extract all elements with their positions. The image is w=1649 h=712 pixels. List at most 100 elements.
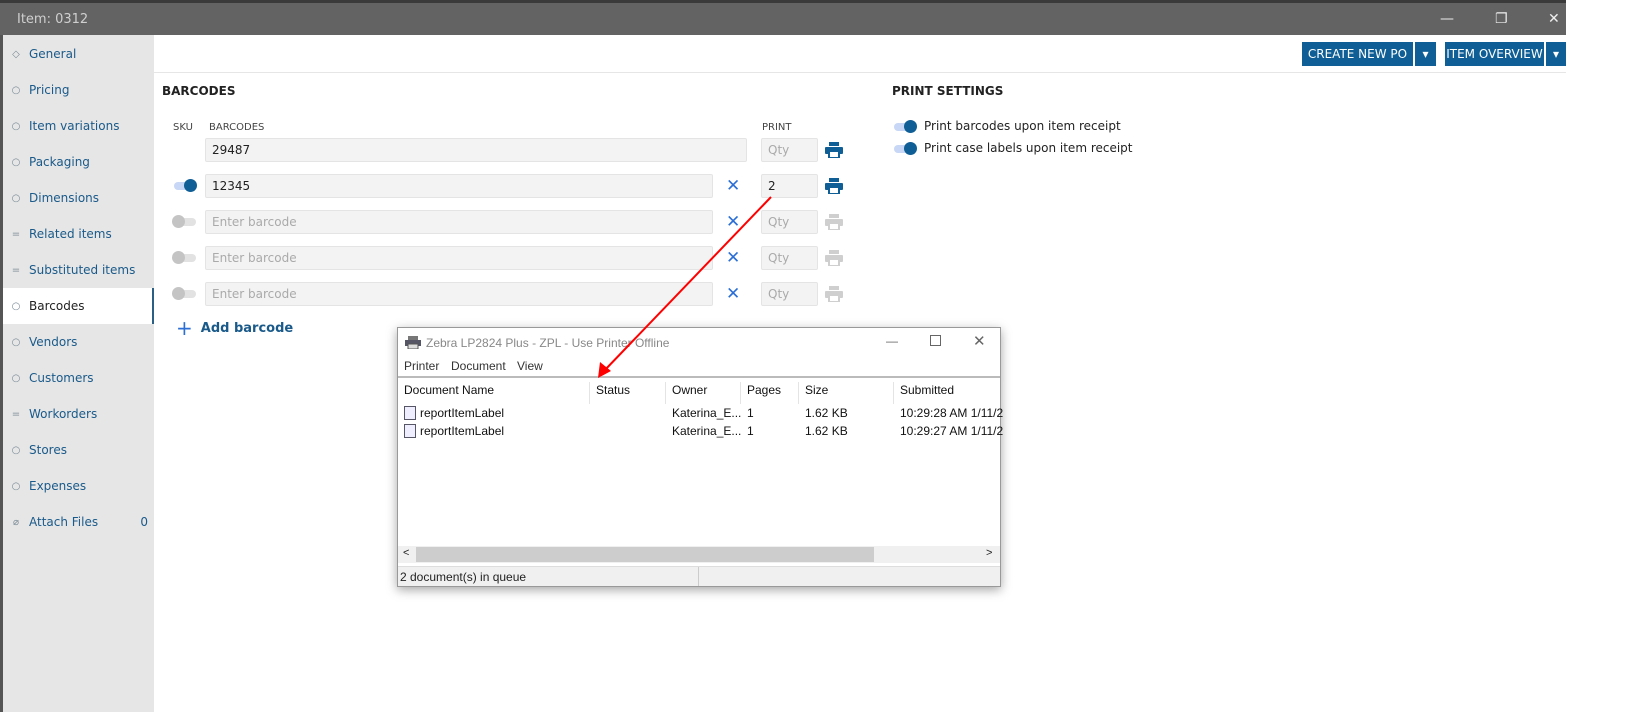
remove-barcode-icon[interactable]: ✕ bbox=[726, 248, 740, 268]
sidebar-item-attach-files[interactable]: ⌀ Attach Files 0 bbox=[3, 504, 154, 540]
toggle-knob bbox=[904, 142, 917, 155]
print-setting-toggle[interactable] bbox=[894, 120, 917, 133]
document-icon bbox=[404, 406, 416, 420]
menu-document[interactable]: Document bbox=[451, 359, 506, 373]
add-barcode-label: Add barcode bbox=[200, 320, 294, 336]
sidebar: ◇ General ○ Pricing ○ Item variations ○ Packagi… bbox=[0, 35, 154, 712]
scrollbar-thumb[interactable] bbox=[416, 547, 874, 562]
sku-toggle[interactable] bbox=[172, 215, 196, 228]
item-overview-dropdown-button[interactable]: ▾ bbox=[1546, 42, 1566, 66]
sidebar-item-label: Customers bbox=[29, 371, 94, 385]
toggle-knob bbox=[172, 287, 185, 300]
print-settings-heading: PRINT SETTINGS bbox=[892, 84, 1004, 98]
sidebar-item-general[interactable]: ◇ General bbox=[3, 36, 154, 72]
sidebar-item-customers[interactable]: ○ Customers bbox=[3, 360, 154, 396]
create-po-dropdown-button[interactable]: ▾ bbox=[1415, 42, 1436, 66]
cell: Katerina_E... bbox=[672, 424, 742, 438]
print-icon[interactable] bbox=[825, 286, 843, 302]
circle-icon: ○ bbox=[11, 480, 21, 492]
sku-toggle[interactable] bbox=[174, 179, 197, 192]
print-icon[interactable] bbox=[825, 178, 843, 194]
toggle-knob bbox=[184, 179, 197, 192]
minimize-button[interactable]: — bbox=[1440, 11, 1454, 27]
dialog-minimize-button[interactable]: — bbox=[886, 334, 898, 348]
qty-input[interactable]: Qty bbox=[761, 210, 818, 234]
sidebar-item-dimensions[interactable]: ○ Dimensions bbox=[3, 180, 154, 216]
printer-icon bbox=[405, 336, 421, 349]
sidebar-item-label: Attach Files bbox=[29, 515, 99, 529]
sku-toggle[interactable] bbox=[172, 287, 196, 300]
barcode-input[interactable]: Enter barcode bbox=[205, 282, 713, 306]
barcode-input[interactable]: Enter barcode bbox=[205, 210, 713, 234]
sidebar-item-vendors[interactable]: ○ Vendors bbox=[3, 324, 154, 360]
circle-icon: ○ bbox=[11, 372, 21, 384]
column-header-submitted[interactable]: Submitted bbox=[894, 382, 1004, 404]
qty-input[interactable]: Qty bbox=[761, 246, 818, 270]
barcode-input[interactable]: 12345 bbox=[205, 174, 713, 198]
dialog-maximize-button[interactable] bbox=[930, 335, 941, 346]
print-setting-label: Print barcodes upon item receipt bbox=[924, 119, 1121, 133]
remove-barcode-icon[interactable]: ✕ bbox=[726, 176, 740, 196]
item-overview-button[interactable]: ITEM OVERVIEW bbox=[1445, 42, 1544, 66]
column-header-owner[interactable]: Owner bbox=[666, 382, 741, 404]
add-barcode-button[interactable]: + Add barcode bbox=[176, 316, 293, 340]
print-job-row[interactable]: reportItemLabel Katerina_E... 1 1.62 KB 10:2… bbox=[398, 423, 1003, 441]
sidebar-item-label: Packaging bbox=[29, 155, 90, 169]
dialog-close-button[interactable]: ✕ bbox=[973, 332, 986, 350]
qty-input[interactable]: Qty bbox=[761, 138, 818, 162]
print-icon[interactable] bbox=[825, 250, 843, 266]
print-setting-toggle[interactable] bbox=[894, 142, 917, 155]
column-header-document-name[interactable]: Document Name bbox=[398, 382, 590, 404]
barcode-input[interactable]: Enter barcode bbox=[205, 246, 713, 270]
sidebar-item-packaging[interactable]: ○ Packaging bbox=[3, 144, 154, 180]
sidebar-item-label: Vendors bbox=[29, 335, 78, 349]
sidebar-item-label: Pricing bbox=[29, 83, 70, 97]
plus-icon: + bbox=[176, 316, 193, 340]
remove-barcode-icon[interactable]: ✕ bbox=[726, 284, 740, 304]
sidebar-item-label: Expenses bbox=[29, 479, 87, 493]
circle-icon: ○ bbox=[11, 336, 21, 348]
sidebar-item-pricing[interactable]: ○ Pricing bbox=[3, 72, 154, 108]
print-job-row[interactable]: reportItemLabel Katerina_E... 1 1.62 KB 10:2… bbox=[398, 405, 1003, 423]
remove-barcode-icon[interactable]: ✕ bbox=[726, 212, 740, 232]
sidebar-item-barcodes[interactable]: ○ Barcodes bbox=[3, 288, 154, 324]
sku-toggle[interactable] bbox=[172, 251, 196, 264]
print-icon[interactable] bbox=[825, 142, 843, 158]
sidebar-item-item-variations[interactable]: ○ Item variations bbox=[3, 108, 154, 144]
qty-input[interactable]: 2 bbox=[761, 174, 818, 198]
lines-icon: = bbox=[11, 228, 21, 240]
print-icon[interactable] bbox=[825, 214, 843, 230]
barcode-input[interactable]: 29487 bbox=[205, 138, 747, 162]
sku-column-header: SKU bbox=[173, 122, 193, 133]
circle-icon: ○ bbox=[11, 156, 21, 168]
print-queue-list: Document Name Status Owner Pages Size Submitt… bbox=[398, 376, 1004, 566]
column-header-size[interactable]: Size bbox=[799, 382, 894, 404]
sidebar-item-substituted-items[interactable]: = Substituted items bbox=[3, 252, 154, 288]
column-header-status[interactable]: Status bbox=[590, 382, 666, 404]
sidebar-item-label: Stores bbox=[29, 443, 67, 457]
cell: 1.62 KB bbox=[805, 406, 848, 420]
sidebar-item-stores[interactable]: ○ Stores bbox=[3, 432, 154, 468]
sidebar-item-related-items[interactable]: = Related items bbox=[3, 216, 154, 252]
cell: reportItemLabel bbox=[420, 406, 505, 420]
divider bbox=[698, 567, 699, 586]
circle-icon: ○ bbox=[11, 444, 21, 456]
sidebar-item-expenses[interactable]: ○ Expenses bbox=[3, 468, 154, 504]
qty-input[interactable]: Qty bbox=[761, 282, 818, 306]
cell: 1.62 KB bbox=[805, 424, 848, 438]
sidebar-item-label: Barcodes bbox=[29, 299, 85, 313]
menu-view[interactable]: View bbox=[517, 359, 543, 373]
close-button[interactable]: ✕ bbox=[1548, 11, 1560, 27]
sidebar-item-workorders[interactable]: = Workorders bbox=[3, 396, 154, 432]
menu-printer[interactable]: Printer bbox=[404, 359, 439, 373]
scroll-left-button[interactable]: < bbox=[403, 547, 409, 559]
create-new-po-button[interactable]: CREATE NEW PO bbox=[1302, 42, 1413, 66]
print-column-header: PRINT bbox=[762, 122, 792, 133]
circle-icon: ○ bbox=[11, 300, 21, 312]
column-header-pages[interactable]: Pages bbox=[741, 382, 799, 404]
sidebar-item-label: Dimensions bbox=[29, 191, 100, 205]
horizontal-scrollbar[interactable]: < > bbox=[398, 546, 1000, 563]
toggle-knob bbox=[172, 251, 185, 264]
restore-button[interactable]: ❐ bbox=[1495, 11, 1508, 27]
scroll-right-button[interactable]: > bbox=[986, 547, 992, 559]
